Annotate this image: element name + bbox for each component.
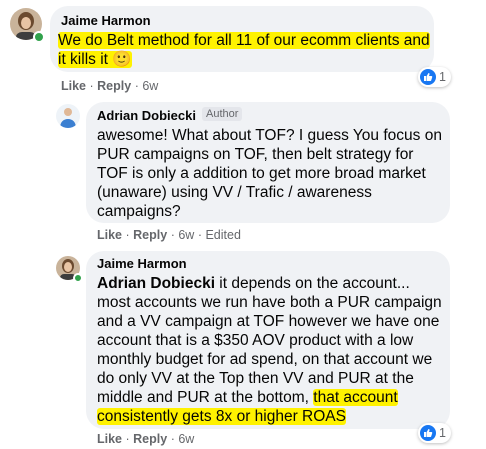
comment-line: (unaware) using VV / Trafic / awareness: [97, 184, 372, 201]
comment-line: consistently gets 8x or higher ROAS: [97, 407, 346, 427]
comment-line-plain: middle and PUR at the bottom,: [97, 389, 314, 406]
comment-line: Adrian Dobiecki it depends on the accoun…: [97, 274, 410, 294]
author-badge: Author: [202, 107, 243, 121]
like-icon: [420, 69, 436, 85]
separator-dot: ·: [170, 228, 175, 242]
timestamp[interactable]: 6w: [178, 432, 194, 446]
comment-author[interactable]: Jaime Harmon: [97, 256, 187, 271]
reaction-count: 1: [439, 426, 446, 440]
comment-line: awesome! What about TOF? I guess You foc…: [97, 127, 442, 144]
highlighted-text: consistently gets 8x or higher ROAS: [97, 408, 346, 425]
comment-text: it kills it 🙂: [58, 50, 132, 70]
comment-actions: Like · Reply · 6w · Edited: [97, 228, 241, 242]
comment-line: it kills it 🙂: [58, 51, 132, 68]
comment-actions: Like · Reply · 6w: [61, 79, 158, 93]
mention-link[interactable]: Adrian Dobiecki: [97, 275, 215, 292]
comment-line: campaigns?: [97, 203, 181, 220]
reaction-summary[interactable]: 1: [418, 423, 451, 443]
reply-link[interactable]: Reply: [133, 432, 167, 446]
avatar-adrian-dobiecki[interactable]: [56, 104, 80, 128]
reaction-summary[interactable]: 1: [418, 67, 451, 87]
comment-line: most accounts we run have both a PUR cam…: [97, 294, 442, 311]
separator-dot: ·: [134, 79, 139, 93]
avatar-image: [56, 104, 80, 128]
comment-author[interactable]: Adrian Dobiecki: [97, 108, 196, 123]
comment-line: monthly budget for ad spend, on that acc…: [97, 351, 433, 368]
reply-link[interactable]: Reply: [97, 79, 131, 93]
like-link[interactable]: Like: [61, 79, 86, 93]
reaction-count: 1: [439, 70, 446, 84]
like-link[interactable]: Like: [97, 228, 122, 242]
comment-line: middle and PUR at the bottom, that accou…: [97, 388, 398, 408]
timestamp[interactable]: 6w: [142, 79, 158, 93]
like-link[interactable]: Like: [97, 432, 122, 446]
comment-line-rest: it depends on the account...: [215, 275, 410, 292]
like-icon: [420, 425, 436, 441]
separator-dot: ·: [125, 432, 130, 446]
comment-line: TOF is only a addition to get more broad…: [97, 165, 426, 182]
reply-link[interactable]: Reply: [133, 228, 167, 242]
comment-line: account that is a $350 AOV product with …: [97, 332, 414, 349]
separator-dot: ·: [125, 228, 130, 242]
timestamp[interactable]: 6w: [178, 228, 194, 242]
comment-line: do only VV at the Top then VV and PUR at…: [97, 370, 414, 387]
comment-text: We do Belt method for all 11 of our ecom…: [58, 31, 430, 51]
separator-dot: ·: [89, 79, 94, 93]
comment-line: We do Belt method for all 11 of our ecom…: [58, 32, 430, 49]
highlighted-text: that account: [313, 389, 398, 406]
comment-line: and a VV campaign at TOF however we have…: [97, 313, 440, 330]
comment-line: PUR campaigns on TOF, then belt strategy…: [97, 146, 414, 163]
separator-dot: ·: [170, 432, 175, 446]
edited-label[interactable]: Edited: [205, 228, 240, 242]
separator-dot: ·: [197, 228, 202, 242]
online-status-dot: [73, 273, 83, 283]
online-status-dot: [33, 31, 45, 43]
comment-author[interactable]: Jaime Harmon: [61, 13, 151, 28]
comment-actions: Like · Reply · 6w: [97, 432, 194, 446]
